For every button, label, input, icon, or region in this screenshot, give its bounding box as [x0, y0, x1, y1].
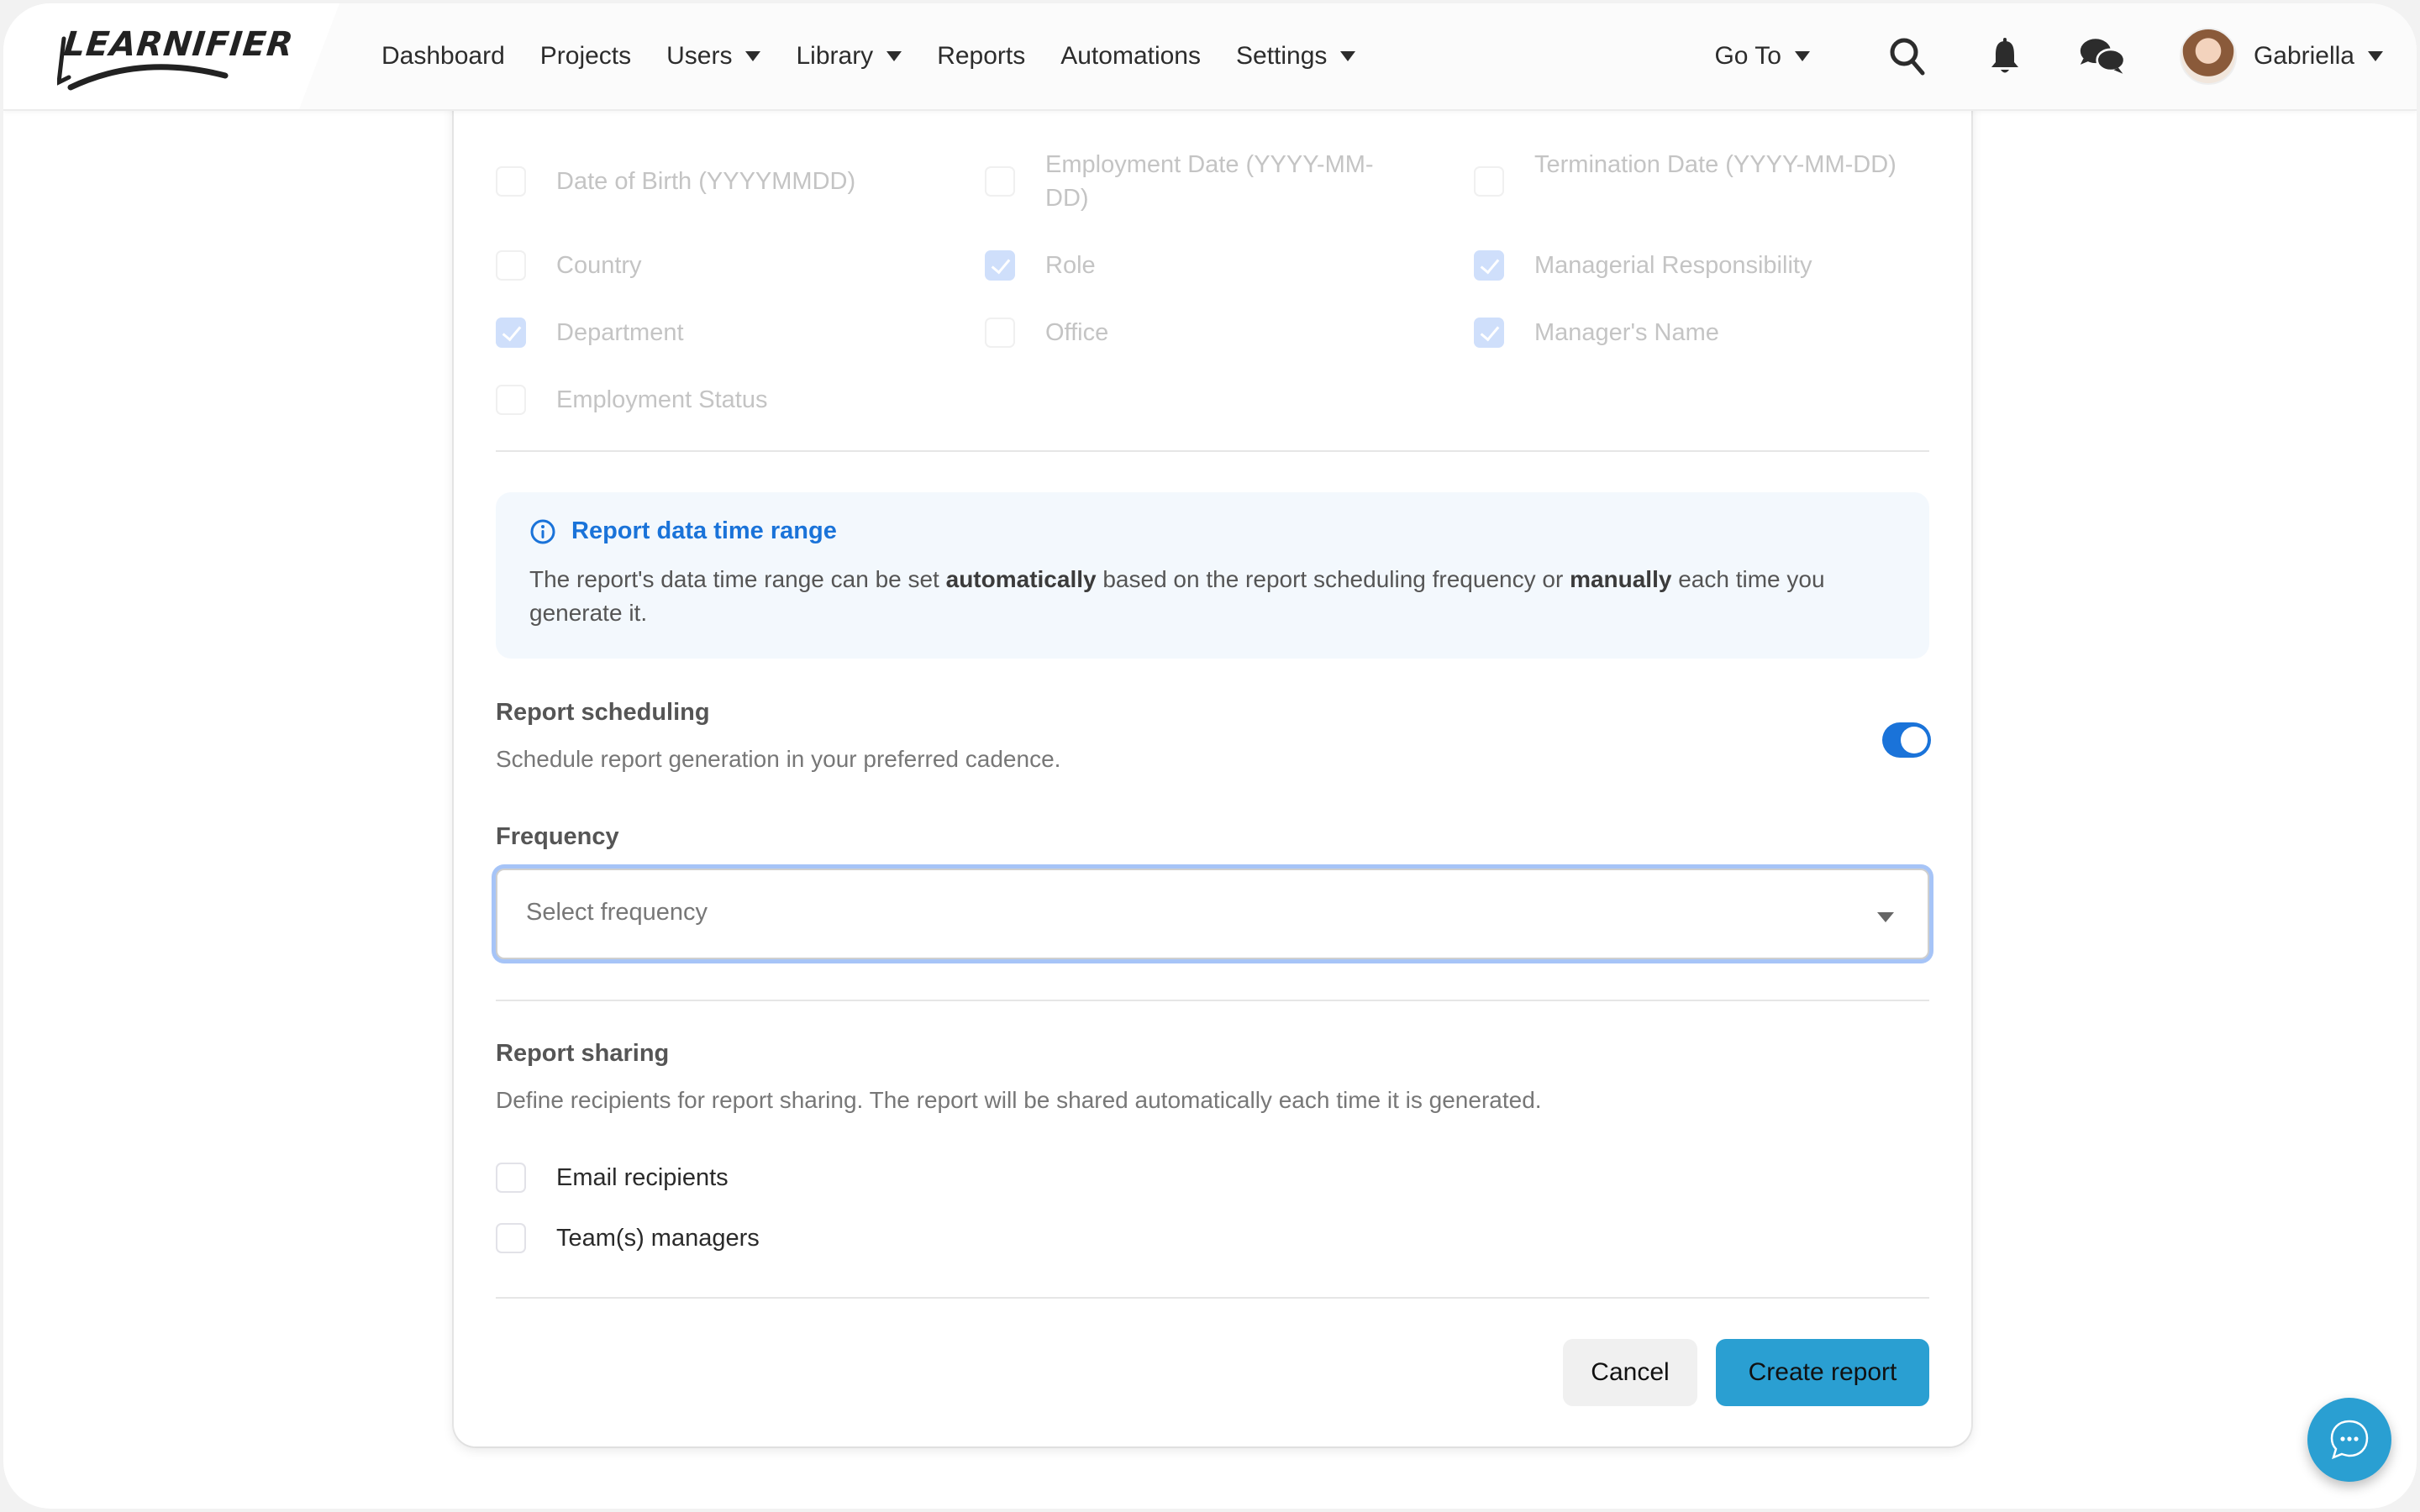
checkbox-label: Termination Date (YYYY-MM-DD) — [1534, 151, 1897, 178]
field-date-of-birth[interactable]: Date of Birth (YYYYMMDD) — [496, 166, 855, 198]
info-title-text: Report data time range — [571, 517, 837, 544]
nav-label: Reports — [937, 42, 1026, 70]
create-report-card: Date of Birth (YYYYMMDD) Employment Date… — [454, 96, 1971, 1446]
info-bold-automatically: automatically — [945, 566, 1097, 592]
nav-dashboard[interactable]: Dashboard — [381, 42, 505, 71]
checkbox-label: Date of Birth (YYYYMMDD) — [556, 168, 856, 195]
messages-button[interactable] — [2079, 33, 2126, 80]
frequency-label: Frequency — [496, 823, 619, 850]
checkbox-label: Manager's Name — [1534, 319, 1719, 346]
support-chat-button[interactable] — [2307, 1398, 2391, 1482]
scheduling-title: Report scheduling — [496, 699, 710, 726]
checkbox-label: Country — [556, 252, 642, 279]
app-window: LEARNIFIER Dashboard Projects Users Libr… — [3, 3, 2417, 1509]
checkbox[interactable] — [496, 1223, 526, 1253]
divider — [496, 1000, 1929, 1001]
cancel-button[interactable]: Cancel — [1563, 1339, 1697, 1406]
goto-label: Go To — [1714, 42, 1781, 70]
nav-automations[interactable]: Automations — [1060, 42, 1201, 71]
info-icon — [530, 519, 555, 543]
sharing-email-recipients[interactable]: Email recipients — [496, 1163, 729, 1194]
caret-down-icon — [1877, 912, 1894, 922]
create-report-button[interactable]: Create report — [1716, 1339, 1929, 1406]
nav-label: Projects — [539, 42, 632, 70]
sharing-description: Define recipients for report sharing. Th… — [496, 1087, 1542, 1113]
caret-down-icon — [886, 51, 902, 61]
nav-projects[interactable]: Projects — [540, 42, 631, 71]
caret-down-icon — [1794, 51, 1810, 61]
checkbox-label: Managerial Responsibility — [1534, 252, 1812, 279]
chat-support-icon — [2330, 1420, 2369, 1460]
search-button[interactable] — [1884, 33, 1931, 80]
info-text-part: based on the report scheduling frequency… — [1096, 566, 1570, 592]
field-office[interactable]: Office — [985, 318, 1108, 349]
checkbox-label: Employment Status — [556, 386, 768, 413]
caret-down-icon — [2368, 51, 2383, 61]
checkbox-label: Role — [1045, 252, 1096, 279]
checkbox-label: Email recipients — [556, 1164, 729, 1191]
checkbox[interactable] — [985, 166, 1015, 197]
checkbox-label: Office — [1045, 319, 1109, 346]
toggle-knob — [1901, 727, 1928, 753]
user-menu[interactable]: Gabriella — [2254, 42, 2383, 71]
field-employment-date[interactable]: Employment Date (YYYY-MM-DD) — [985, 151, 1415, 215]
user-name: Gabriella — [2253, 42, 2354, 70]
checkbox-checked[interactable] — [1474, 318, 1504, 348]
info-bold-manually: manually — [1570, 566, 1672, 592]
checkbox[interactable] — [496, 250, 526, 281]
nav-label: Dashboard — [381, 42, 505, 70]
notifications-button[interactable] — [1981, 33, 2028, 80]
nav-library[interactable]: Library — [796, 42, 902, 71]
checkbox[interactable] — [1474, 166, 1504, 197]
goto-dropdown[interactable]: Go To — [1714, 42, 1810, 71]
nav-settings[interactable]: Settings — [1236, 42, 1356, 71]
nav-label: Library — [796, 42, 874, 70]
nav-label: Settings — [1236, 42, 1328, 70]
main-nav: Dashboard Projects Users Library Reports… — [381, 3, 1391, 109]
bell-icon — [1991, 38, 2018, 73]
scheduling-toggle[interactable] — [1882, 722, 1931, 758]
checkbox-label: Team(s) managers — [556, 1225, 760, 1252]
caret-down-icon — [745, 51, 761, 61]
learnifier-logo[interactable]: LEARNIFIER — [57, 24, 296, 91]
nav-reports[interactable]: Reports — [937, 42, 1025, 71]
field-department[interactable]: Department — [496, 318, 684, 349]
field-country[interactable]: Country — [496, 250, 642, 282]
field-employment-status[interactable]: Employment Status — [496, 385, 767, 417]
nav-users[interactable]: Users — [666, 42, 761, 71]
field-managers-name[interactable]: Manager's Name — [1474, 318, 1719, 349]
top-navbar: LEARNIFIER Dashboard Projects Users Libr… — [3, 3, 2417, 111]
info-title: Report data time range — [529, 517, 837, 545]
divider — [496, 450, 1929, 452]
sharing-team-managers[interactable]: Team(s) managers — [496, 1223, 760, 1255]
frequency-placeholder: Select frequency — [526, 899, 708, 926]
checkbox-label: Employment Date (YYYY-MM-DD) — [1045, 151, 1374, 212]
nav-right: Go To Gabriella — [1714, 3, 2417, 109]
checkbox[interactable] — [496, 385, 526, 415]
frequency-select[interactable]: Select frequency — [496, 869, 1929, 959]
divider — [496, 1297, 1929, 1299]
info-callout: Report data time range The report's data… — [496, 492, 1929, 659]
info-text: The report's data time range can be set … — [529, 563, 1907, 630]
field-managerial-responsibility[interactable]: Managerial Responsibility — [1474, 250, 1812, 282]
logo-swoosh-icon — [57, 36, 229, 91]
field-role[interactable]: Role — [985, 250, 1096, 282]
checkbox-checked[interactable] — [496, 318, 526, 348]
info-text-part: The report's data time range can be set — [529, 566, 946, 592]
chat-bubbles-icon — [2080, 39, 2126, 74]
checkbox[interactable] — [496, 166, 526, 197]
user-avatar[interactable] — [2179, 28, 2237, 85]
caret-down-icon — [1340, 51, 1356, 61]
checkbox[interactable] — [985, 318, 1015, 348]
checkbox-checked[interactable] — [1474, 250, 1504, 281]
checkbox-label: Department — [556, 319, 684, 346]
nav-label: Automations — [1060, 42, 1201, 70]
search-icon — [1890, 38, 1925, 76]
checkbox[interactable] — [496, 1163, 526, 1193]
scheduling-description: Schedule report generation in your prefe… — [496, 746, 1061, 772]
field-termination-date[interactable]: Termination Date (YYYY-MM-DD) — [1474, 151, 1904, 197]
nav-label: Users — [666, 42, 733, 70]
sharing-title: Report sharing — [496, 1040, 670, 1067]
checkbox-checked[interactable] — [985, 250, 1015, 281]
